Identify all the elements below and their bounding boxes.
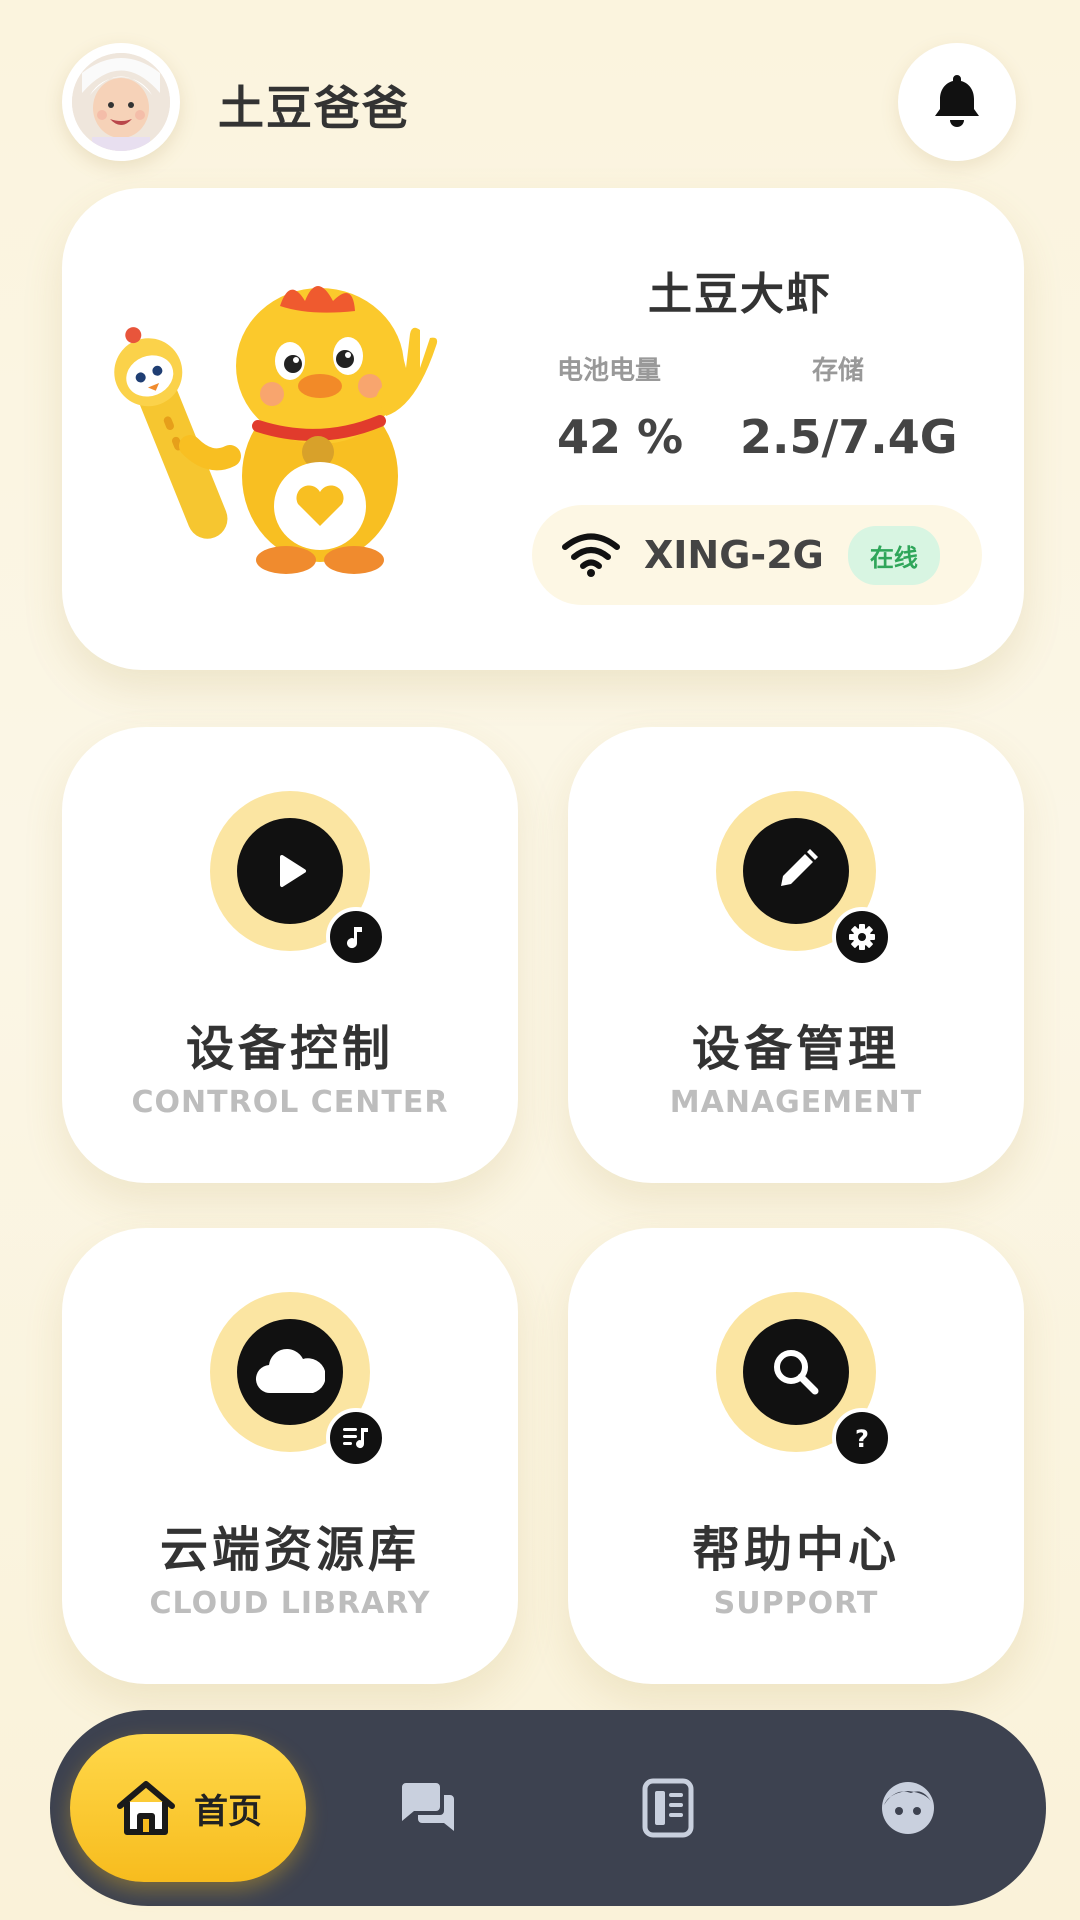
pencil-icon: [743, 818, 849, 924]
avatar[interactable]: [62, 43, 180, 161]
management-icon-ring: [716, 791, 892, 967]
control-center-card[interactable]: 设备控制 CONTROL CENTER: [62, 727, 518, 1183]
notification-button[interactable]: [898, 43, 1016, 161]
bell-icon: [933, 73, 981, 131]
management-subtitle: MANAGEMENT: [669, 1085, 923, 1120]
nav-profile[interactable]: [858, 1758, 958, 1858]
nav-home-label: 首页: [194, 1791, 262, 1832]
chat-icon: [398, 1781, 458, 1835]
nav-home[interactable]: 首页: [70, 1734, 306, 1882]
device-name: 土豆大虾: [648, 269, 832, 320]
document-icon: [641, 1777, 695, 1839]
home-icon: [114, 1778, 178, 1838]
control-center-title: 设备控制: [185, 1021, 394, 1077]
search-icon: [743, 1319, 849, 1425]
wifi-icon: [562, 532, 620, 578]
nav-documents[interactable]: [618, 1758, 718, 1858]
wifi-status[interactable]: XING-2G 在线: [532, 505, 982, 605]
gear-icon: [832, 907, 892, 967]
wifi-name: XING-2G: [644, 533, 824, 577]
support-title: 帮助中心: [691, 1522, 900, 1578]
cloud-library-subtitle: CLOUD LIBRARY: [149, 1586, 431, 1621]
support-card[interactable]: ? 帮助中心 SUPPORT: [568, 1228, 1024, 1684]
status-badge: 在线: [847, 525, 940, 585]
bottom-nav: 首页: [50, 1710, 1046, 1906]
avatar-photo: [72, 53, 170, 151]
nav-messages[interactable]: [378, 1758, 478, 1858]
cloud-library-title: 云端资源库: [159, 1522, 420, 1578]
mascot-illustration: [110, 256, 460, 606]
storage-label: 存储: [812, 356, 865, 386]
playlist-icon: [326, 1408, 386, 1468]
support-icon-ring: ?: [716, 1292, 892, 1468]
management-title: 设备管理: [691, 1021, 900, 1077]
question-icon: ?: [832, 1408, 892, 1468]
battery-label: 电池电量: [557, 356, 662, 386]
support-subtitle: SUPPORT: [713, 1586, 879, 1621]
username: 土豆爸爸: [218, 81, 410, 135]
play-icon: [237, 818, 343, 924]
management-card[interactable]: 设备管理 MANAGEMENT: [568, 727, 1024, 1183]
music-note-icon: [326, 907, 386, 967]
cloud-icon: [237, 1319, 343, 1425]
cloud-library-icon-ring: [210, 1292, 386, 1468]
profile-icon: [879, 1779, 937, 1837]
control-center-subtitle: CONTROL CENTER: [131, 1085, 449, 1120]
storage-value: 2.5/7.4G: [740, 410, 958, 464]
cloud-library-card[interactable]: 云端资源库 CLOUD LIBRARY: [62, 1228, 518, 1684]
battery-value: 42 %: [557, 410, 684, 464]
control-center-icon-ring: [210, 791, 386, 967]
svg-text:?: ?: [855, 1425, 869, 1453]
